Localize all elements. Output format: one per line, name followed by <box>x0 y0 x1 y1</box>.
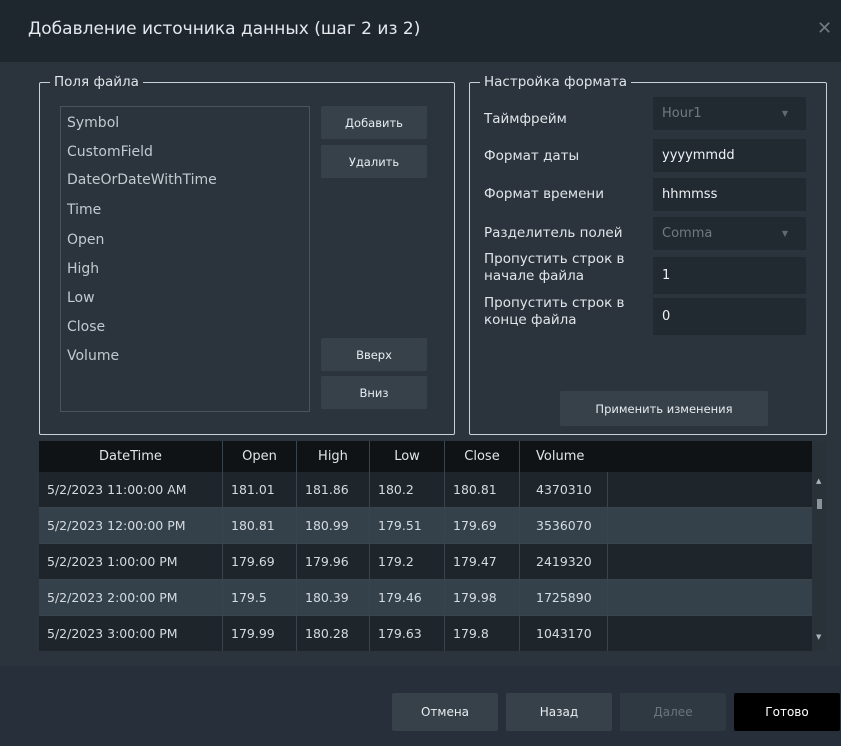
date-format-label: Формат даты <box>484 148 580 164</box>
apply-changes-button[interactable]: Применить изменения <box>560 391 768 426</box>
table-cell: 5/2/2023 2:00:00 PM <box>39 580 223 615</box>
list-item[interactable]: Low <box>67 290 95 306</box>
table-cell: 5/2/2023 12:00:00 PM <box>39 508 223 543</box>
file-fields-list[interactable]: Symbol CustomField DateOrDateWithTime Ti… <box>60 106 310 412</box>
list-item[interactable]: High <box>67 261 99 277</box>
vertical-scrollbar[interactable]: ▲ ▼ <box>812 441 826 651</box>
table-cell: 3536070 <box>520 508 608 543</box>
data-preview-table: DateTime Open High Low Close Volume 5/2/… <box>39 441 826 651</box>
table-cell: 179.63 <box>370 616 445 651</box>
list-item[interactable]: Close <box>67 319 105 335</box>
table-cell: 4370310 <box>520 472 608 507</box>
table-cell: 180.99 <box>297 508 370 543</box>
table-cell: 179.99 <box>223 616 297 651</box>
column-header: Volume <box>536 449 585 464</box>
table-cell: 5/2/2023 3:00:00 PM <box>39 616 223 651</box>
scrollbar-thumb[interactable] <box>817 499 822 509</box>
remove-field-button[interactable]: Удалить <box>321 145 427 178</box>
list-item[interactable]: Open <box>67 232 104 248</box>
skip-start-label-line1: Пропустить строк в <box>484 251 625 267</box>
table-row[interactable]: 5/2/2023 11:00:00 AM 181.01 181.86 180.2… <box>39 472 812 508</box>
next-button: Далее <box>620 693 726 731</box>
table-cell: 5/2/2023 11:00:00 AM <box>39 472 223 507</box>
list-item[interactable]: Time <box>67 202 101 218</box>
table-cell: 179.46 <box>370 580 445 615</box>
skip-start-field[interactable]: 1 <box>653 257 806 294</box>
timeframe-label: Таймфрейм <box>484 111 567 127</box>
table-row[interactable]: 5/2/2023 1:00:00 PM 179.69 179.96 179.2 … <box>39 544 812 580</box>
table-cell: 179.69 <box>223 544 297 579</box>
separator-select: Comma ▼ <box>653 217 806 250</box>
move-down-button[interactable]: Вниз <box>321 376 427 409</box>
table-cell: 179.47 <box>445 544 520 579</box>
table-cell: 180.2 <box>370 472 445 507</box>
table-cell: 179.51 <box>370 508 445 543</box>
table-cell: 2419320 <box>520 544 608 579</box>
table-row[interactable]: 5/2/2023 3:00:00 PM 179.99 180.28 179.63… <box>39 616 812 651</box>
list-item[interactable]: DateOrDateWithTime <box>67 172 217 188</box>
date-format-field[interactable]: yyyymmdd <box>653 139 806 172</box>
time-format-field[interactable]: hhmmss <box>653 178 806 211</box>
table-row[interactable]: 5/2/2023 12:00:00 PM 180.81 180.99 179.5… <box>39 508 812 544</box>
chevron-down-icon: ▼ <box>781 109 788 118</box>
skip-end-field[interactable]: 0 <box>653 298 806 335</box>
separator-value: Comma <box>662 226 713 241</box>
table-cell: 180.81 <box>223 508 297 543</box>
table-cell: 181.01 <box>223 472 297 507</box>
column-header: Close <box>445 441 520 472</box>
table-cell: 1725890 <box>520 580 608 615</box>
table-cell: 181.86 <box>297 472 370 507</box>
list-item[interactable]: CustomField <box>67 144 153 160</box>
skip-end-label-line1: Пропустить строк в <box>484 295 625 311</box>
scroll-up-arrow-icon[interactable]: ▲ <box>816 477 821 485</box>
timeframe-select: Hour1 ▼ <box>653 97 806 130</box>
column-header: High <box>297 441 370 472</box>
format-settings-legend: Настройка формата <box>484 74 627 90</box>
scroll-down-arrow-icon[interactable]: ▼ <box>816 633 821 641</box>
table-cell: 179.8 <box>445 616 520 651</box>
table-cell: 180.28 <box>297 616 370 651</box>
list-item[interactable]: Symbol <box>67 115 119 131</box>
list-item[interactable]: Volume <box>67 348 119 364</box>
table-row[interactable]: 5/2/2023 2:00:00 PM 179.5 180.39 179.46 … <box>39 580 812 616</box>
column-header: Low <box>370 441 445 472</box>
table-cell: 179.69 <box>445 508 520 543</box>
table-cell: 5/2/2023 1:00:00 PM <box>39 544 223 579</box>
close-icon[interactable]: ✕ <box>817 18 832 39</box>
timeframe-value: Hour1 <box>662 106 702 121</box>
table-cell: 1043170 <box>520 616 608 651</box>
table-cell: 179.2 <box>370 544 445 579</box>
file-fields-legend: Поля файла <box>54 74 139 90</box>
table-cell: 179.98 <box>445 580 520 615</box>
time-format-label: Формат времени <box>484 186 604 202</box>
table-cell: 179.96 <box>297 544 370 579</box>
skip-end-label-line2: конце файла <box>484 312 577 328</box>
add-field-button[interactable]: Добавить <box>321 106 427 139</box>
table-cell: 180.81 <box>445 472 520 507</box>
skip-start-label-line2: начале файла <box>484 268 585 284</box>
back-button[interactable]: Назад <box>506 693 612 731</box>
column-header: Open <box>223 441 297 472</box>
column-header: DateTime <box>39 441 223 472</box>
finish-button[interactable]: Готово <box>734 693 840 731</box>
move-up-button[interactable]: Вверх <box>321 338 427 371</box>
cancel-button[interactable]: Отмена <box>392 693 498 731</box>
table-cell: 180.39 <box>297 580 370 615</box>
dialog-title: Добавление источника данных (шаг 2 из 2) <box>28 19 421 39</box>
table-cell: 179.5 <box>223 580 297 615</box>
table-header: DateTime Open High Low Close Volume <box>39 441 812 472</box>
separator-label: Разделитель полей <box>484 225 623 241</box>
chevron-down-icon: ▼ <box>781 229 788 238</box>
